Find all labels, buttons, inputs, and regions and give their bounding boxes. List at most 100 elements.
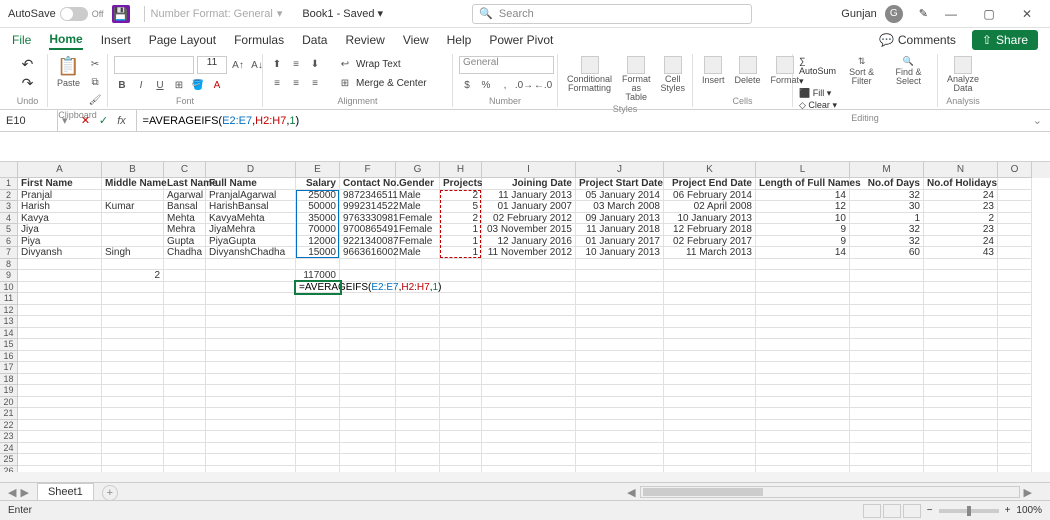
col-header-G[interactable]: G: [396, 162, 440, 178]
cell-I3[interactable]: 01 January 2007: [482, 201, 576, 213]
name-box[interactable]: E10: [0, 110, 58, 131]
zoom-in-button[interactable]: +: [1005, 505, 1011, 516]
cell-F15[interactable]: [340, 339, 396, 351]
paste-button[interactable]: 📋 Paste: [54, 56, 83, 88]
sort-filter-button[interactable]: ⇅Sort & Filter: [841, 56, 882, 86]
cell-C18[interactable]: [164, 374, 206, 386]
cell-B19[interactable]: [102, 385, 164, 397]
cell-D17[interactable]: [206, 362, 296, 374]
cell-H13[interactable]: [440, 316, 482, 328]
cell-K2[interactable]: 06 February 2014: [664, 190, 756, 202]
col-header-C[interactable]: C: [164, 162, 206, 178]
cell-I24[interactable]: [482, 443, 576, 455]
cell-A18[interactable]: [18, 374, 102, 386]
row-header-11[interactable]: 11: [0, 293, 18, 305]
col-header-F[interactable]: F: [340, 162, 396, 178]
cell-F14[interactable]: [340, 328, 396, 340]
cell-F6[interactable]: 9221340087: [340, 236, 396, 248]
cell-H9[interactable]: [440, 270, 482, 282]
cell-E22[interactable]: [296, 420, 340, 432]
row-header-14[interactable]: 14: [0, 328, 18, 340]
zoom-level[interactable]: 100%: [1016, 505, 1042, 516]
cell-A7[interactable]: Divyansh: [18, 247, 102, 259]
cell-A15[interactable]: [18, 339, 102, 351]
document-title[interactable]: Book1 - Saved ▾: [302, 7, 383, 20]
tab-page-layout[interactable]: Page Layout: [149, 31, 216, 49]
cell-C5[interactable]: Mehra: [164, 224, 206, 236]
cell-B18[interactable]: [102, 374, 164, 386]
cell-N2[interactable]: 24: [924, 190, 998, 202]
row-header-5[interactable]: 5: [0, 224, 18, 236]
scroll-right-icon[interactable]: ▶: [1024, 486, 1032, 499]
cell-L4[interactable]: 10: [756, 213, 850, 225]
border-button[interactable]: ⊞: [171, 77, 187, 93]
cell-M9[interactable]: [850, 270, 924, 282]
cell-L19[interactable]: [756, 385, 850, 397]
cell-I22[interactable]: [482, 420, 576, 432]
cell-N21[interactable]: [924, 408, 998, 420]
cell-I6[interactable]: 12 January 2016: [482, 236, 576, 248]
cell-F16[interactable]: [340, 351, 396, 363]
cell-A17[interactable]: [18, 362, 102, 374]
cell-C21[interactable]: [164, 408, 206, 420]
cell-E18[interactable]: [296, 374, 340, 386]
cell-C24[interactable]: [164, 443, 206, 455]
cell-N16[interactable]: [924, 351, 998, 363]
cell-D3[interactable]: HarishBansal: [206, 201, 296, 213]
toggle-switch[interactable]: [60, 7, 88, 21]
cell-D20[interactable]: [206, 397, 296, 409]
zoom-slider[interactable]: [939, 509, 999, 513]
cell-K24[interactable]: [664, 443, 756, 455]
cell-N8[interactable]: [924, 259, 998, 271]
cell-D13[interactable]: [206, 316, 296, 328]
row-header-4[interactable]: 4: [0, 213, 18, 225]
cell-C7[interactable]: Chadha: [164, 247, 206, 259]
cell-J3[interactable]: 03 March 2008: [576, 201, 664, 213]
cell-J22[interactable]: [576, 420, 664, 432]
cell-K6[interactable]: 02 February 2017: [664, 236, 756, 248]
cell-K26[interactable]: [664, 466, 756, 473]
cell-E12[interactable]: [296, 305, 340, 317]
cell-B23[interactable]: [102, 431, 164, 443]
cell-F12[interactable]: [340, 305, 396, 317]
cell-F21[interactable]: [340, 408, 396, 420]
cell-E21[interactable]: [296, 408, 340, 420]
cell-G19[interactable]: [396, 385, 440, 397]
cell-B20[interactable]: [102, 397, 164, 409]
cell-H16[interactable]: [440, 351, 482, 363]
cell-E4[interactable]: 35000: [296, 213, 340, 225]
cell-J1[interactable]: Project Start Date: [576, 178, 664, 190]
cell-K23[interactable]: [664, 431, 756, 443]
cell-K4[interactable]: 10 January 2013: [664, 213, 756, 225]
cell-N23[interactable]: [924, 431, 998, 443]
merge-center-button[interactable]: Merge & Center: [356, 78, 427, 89]
row-header-20[interactable]: 20: [0, 397, 18, 409]
cell-K5[interactable]: 12 February 2018: [664, 224, 756, 236]
fx-button[interactable]: fx: [114, 115, 130, 127]
cell-A20[interactable]: [18, 397, 102, 409]
cell-H25[interactable]: [440, 454, 482, 466]
cell-L18[interactable]: [756, 374, 850, 386]
cell-K9[interactable]: [664, 270, 756, 282]
cell-B12[interactable]: [102, 305, 164, 317]
cell-B15[interactable]: [102, 339, 164, 351]
cell-N26[interactable]: [924, 466, 998, 473]
page-break-view-button[interactable]: [903, 504, 921, 518]
cell-E2[interactable]: 25000: [296, 190, 340, 202]
cell-J4[interactable]: 09 January 2013: [576, 213, 664, 225]
cell-F26[interactable]: [340, 466, 396, 473]
cell-J13[interactable]: [576, 316, 664, 328]
cell-N1[interactable]: No.of Holidays: [924, 178, 998, 190]
cell-O18[interactable]: [998, 374, 1032, 386]
cell-M6[interactable]: 32: [850, 236, 924, 248]
cell-C22[interactable]: [164, 420, 206, 432]
cell-A25[interactable]: [18, 454, 102, 466]
tab-home[interactable]: Home: [49, 30, 82, 50]
cell-H11[interactable]: [440, 293, 482, 305]
cell-K14[interactable]: [664, 328, 756, 340]
redo-icon[interactable]: ↷: [22, 75, 34, 92]
cell-J14[interactable]: [576, 328, 664, 340]
cell-C20[interactable]: [164, 397, 206, 409]
cell-H15[interactable]: [440, 339, 482, 351]
cell-M16[interactable]: [850, 351, 924, 363]
